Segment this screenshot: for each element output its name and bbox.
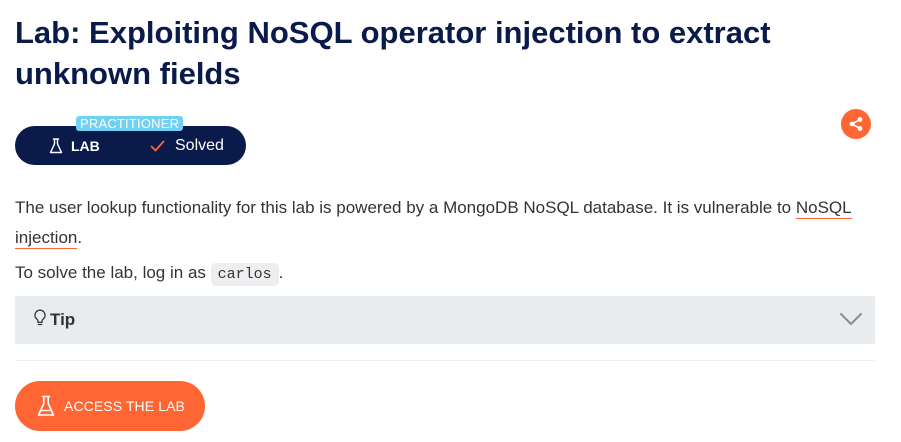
lightbulb-icon <box>34 309 46 326</box>
page-title: Lab: Exploiting NoSQL operator injection… <box>15 15 771 91</box>
chevron-down-icon <box>840 313 862 325</box>
share-icon <box>849 117 863 131</box>
flask-icon <box>49 137 63 153</box>
description-text: The user lookup functionality for this l… <box>15 198 796 217</box>
share-button[interactable] <box>841 109 871 139</box>
description-end: . <box>77 228 83 247</box>
solve-instructions: To solve the lab, log in as carlos. <box>15 259 875 289</box>
status-label: Solved <box>175 136 224 154</box>
badge-pill: LAB Solved <box>15 126 246 165</box>
solve-prefix: To solve the lab, log in as <box>15 263 211 282</box>
lab-type-label: LAB <box>71 137 100 154</box>
lab-status: Solved <box>150 126 224 165</box>
username-code: carlos <box>210 263 279 286</box>
lab-badge: PRACTITIONER LAB Solved <box>15 116 246 165</box>
access-lab-button[interactable]: ACCESS THE LAB <box>15 381 205 431</box>
divider <box>15 360 875 361</box>
lab-type: LAB <box>49 126 100 165</box>
access-lab-label: ACCESS THE LAB <box>64 398 185 414</box>
level-tag: PRACTITIONER <box>76 116 184 131</box>
tip-label: Tip <box>50 310 76 329</box>
solve-suffix: . <box>278 263 284 282</box>
flask-icon <box>37 395 55 416</box>
check-icon <box>150 140 165 151</box>
tip-accordion[interactable]: Tip <box>15 296 875 344</box>
lab-description: The user lookup functionality for this l… <box>15 193 875 253</box>
